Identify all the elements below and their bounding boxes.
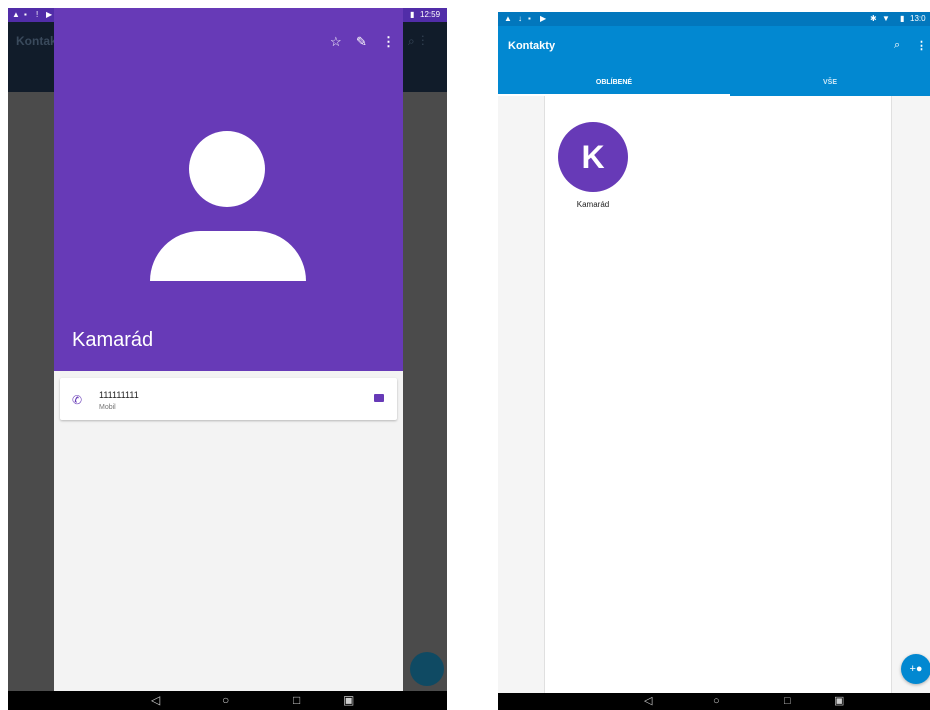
left-gutter [498, 96, 545, 693]
right-gutter [891, 96, 930, 693]
wifi-icon: ▼ [882, 14, 890, 23]
warning-icon: ▲ [504, 14, 512, 23]
recents-icon[interactable]: □ [784, 695, 791, 708]
favorite-name[interactable]: Kamarád [558, 200, 628, 209]
screenshot-icon[interactable]: ▣ [343, 693, 354, 707]
home-icon[interactable]: ○ [713, 695, 720, 708]
avatar-placeholder-head [189, 131, 265, 207]
add-person-icon: +● [909, 663, 923, 675]
edit-icon[interactable]: ✎ [356, 34, 367, 50]
favorite-avatar[interactable]: K [558, 122, 628, 192]
background-search-icon: ⌕ ⋮ [408, 34, 425, 48]
tab-favorites[interactable]: OBLÍBENÉ [498, 74, 730, 96]
contact-name: Kamarád [72, 329, 154, 351]
status-time: 13:0 [910, 14, 926, 23]
recents-icon[interactable]: □ [293, 693, 300, 707]
background-add-contact-button [410, 652, 444, 686]
image-icon: ▪ [528, 14, 531, 23]
contact-detail-screen: ▲ ▪ ! ▶ ✱ ▼ ▮ 12:59 Kontakty ⌕ ⋮ ☆ ✎ ⋮ K… [8, 8, 447, 710]
bluetooth-icon: ✱ [870, 14, 877, 23]
back-icon[interactable]: ◁ [644, 695, 652, 708]
contacts-list-screen: ▲ ↓ ▪ ▶ ✱ ▼ ▮ 13:0 Kontakty ⌕ ⋮ OBLÍBENÉ… [498, 12, 930, 710]
battery-icon: ▮ [900, 14, 905, 23]
battery-icon: ▮ [410, 10, 415, 19]
avatar-placeholder-body [150, 231, 306, 281]
screenshot-icon[interactable]: ▣ [834, 695, 844, 708]
search-icon[interactable]: ⌕ [894, 39, 900, 52]
app-title: Kontakty [508, 40, 556, 52]
status-time: 12:59 [420, 10, 441, 19]
download-icon: ↓ [518, 14, 522, 23]
more-options-icon[interactable]: ⋮ [382, 34, 395, 50]
phone-icon[interactable]: ✆ [72, 393, 82, 407]
play-store-icon: ▶ [46, 10, 53, 19]
home-icon[interactable]: ○ [222, 693, 229, 707]
add-contact-button[interactable]: +● [901, 654, 930, 684]
back-icon[interactable]: ◁ [151, 693, 160, 707]
alert-icon: ! [36, 10, 39, 19]
image-icon: ▪ [24, 10, 27, 19]
phone-type: Mobil [99, 404, 116, 411]
star-icon[interactable]: ☆ [330, 34, 342, 50]
tab-all[interactable]: VŠE [730, 74, 930, 96]
more-options-icon[interactable]: ⋮ [916, 39, 927, 52]
warning-icon: ▲ [12, 10, 20, 19]
play-store-icon: ▶ [540, 14, 547, 23]
phone-number[interactable]: 111111111 [99, 390, 139, 400]
status-bar: ▲ ↓ ▪ ▶ ✱ ▼ ▮ 13:0 [498, 12, 930, 26]
message-icon[interactable] [374, 394, 384, 402]
